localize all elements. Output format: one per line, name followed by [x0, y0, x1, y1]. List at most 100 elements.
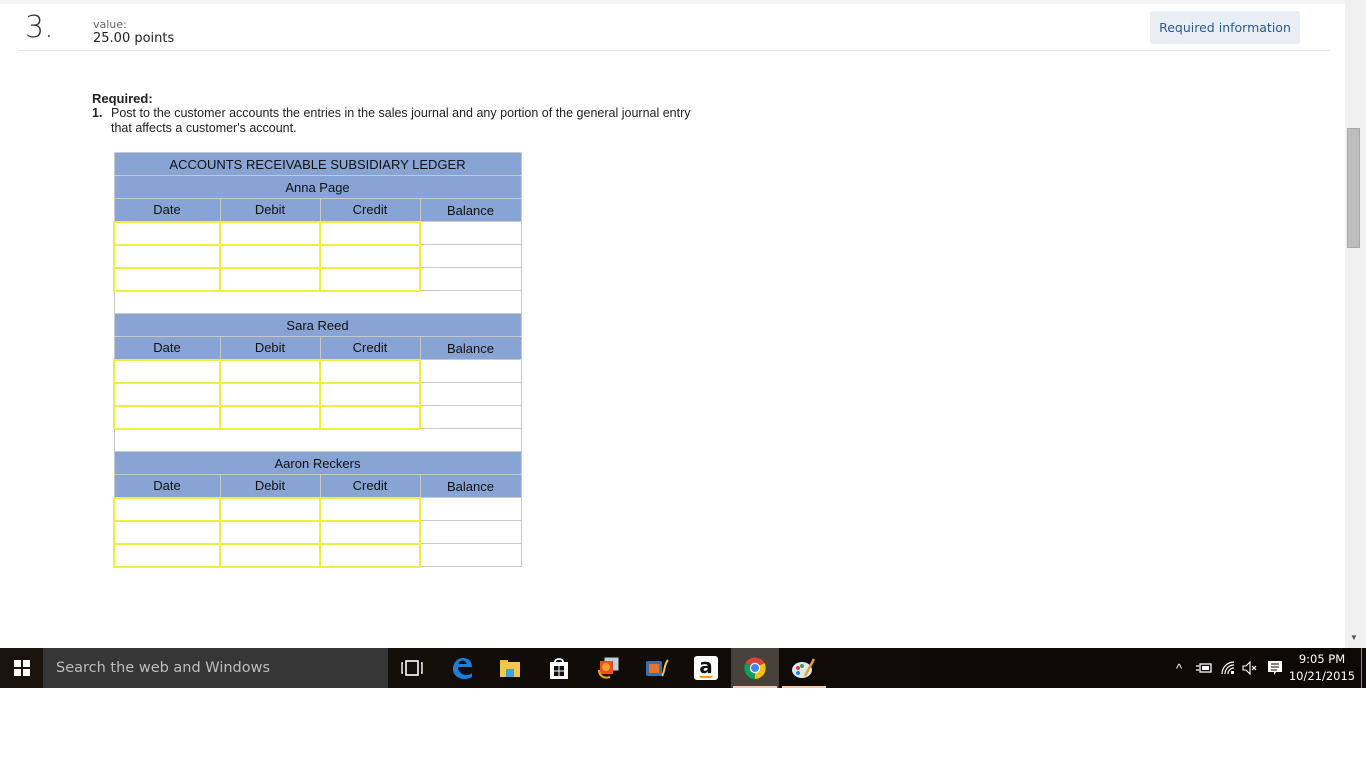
windows-logo-icon: [13, 660, 30, 676]
balance-cell: [419, 520, 522, 544]
date-input[interactable]: [115, 406, 219, 428]
scrollbar-track[interactable]: [1345, 0, 1366, 648]
amazon-button[interactable]: a: [682, 648, 730, 688]
account-name: Aaron Reckers: [113, 451, 522, 475]
edge-button[interactable]: [438, 648, 486, 688]
ledger-title: ACCOUNTS RECEIVABLE SUBSIDIARY LEDGER: [113, 152, 522, 176]
credit-input[interactable]: [321, 360, 419, 382]
start-button[interactable]: [0, 648, 43, 688]
taskbar-search-input[interactable]: Search the web and Windows: [43, 648, 388, 688]
balance-cell: [419, 543, 522, 567]
balance-cell: [419, 244, 522, 268]
account-name: Anna Page: [113, 175, 522, 199]
debit-input[interactable]: [221, 222, 319, 244]
credit-input[interactable]: [321, 245, 419, 267]
credit-input[interactable]: [321, 383, 419, 405]
column-header-debit: Debit: [219, 474, 321, 498]
required-information-button[interactable]: Required information: [1150, 11, 1300, 44]
volume-button[interactable]: [1240, 648, 1260, 688]
column-header-credit: Credit: [319, 198, 421, 222]
date-input[interactable]: [115, 544, 219, 566]
spacer-cell: [113, 290, 522, 314]
credit-input[interactable]: [321, 544, 419, 566]
action-center-button[interactable]: [1264, 648, 1286, 688]
debit-input[interactable]: [221, 498, 319, 520]
top-strip: [0, 0, 1345, 4]
task-view-button[interactable]: [388, 648, 436, 688]
column-header-credit: Credit: [319, 474, 421, 498]
date-input[interactable]: [115, 383, 219, 405]
account-name-row: Aaron Reckers: [113, 451, 522, 475]
battery-icon: [1196, 663, 1212, 673]
account-name-row: Anna Page: [113, 175, 522, 199]
file-explorer-button[interactable]: [486, 648, 534, 688]
debit-input[interactable]: [221, 383, 319, 405]
show-hidden-icons-button[interactable]: ^: [1170, 648, 1188, 688]
battery-button[interactable]: [1193, 648, 1215, 688]
column-header-balance: Balance: [419, 198, 522, 222]
ledger-entry-row: [113, 404, 522, 430]
chrome-icon: [744, 657, 766, 679]
credit-input[interactable]: [321, 268, 419, 290]
column-header-row: Date Debit Credit Balance: [113, 198, 522, 222]
column-header-balance: Balance: [419, 336, 522, 360]
date-input[interactable]: [115, 268, 219, 290]
debit-cell: [219, 542, 321, 568]
required-title: Required:: [92, 91, 153, 106]
column-header-date: Date: [113, 474, 221, 498]
column-header-row: Date Debit Credit Balance: [113, 474, 522, 498]
store-button[interactable]: [535, 648, 583, 688]
system-clock[interactable]: 9:05 PM 10/21/2015: [1286, 651, 1358, 685]
date-input[interactable]: [115, 222, 219, 244]
credit-cell: [319, 404, 421, 430]
date-cell: [113, 243, 221, 269]
show-desktop-button[interactable]: [1361, 648, 1362, 688]
spacer-cell: [113, 428, 522, 452]
ledger-spacer-row: [113, 428, 522, 452]
date-input[interactable]: [115, 360, 219, 382]
debit-input[interactable]: [221, 360, 319, 382]
movie-maker-button[interactable]: [633, 648, 681, 688]
movie-maker-icon: [646, 659, 669, 677]
balance-cell: [419, 267, 522, 291]
ledger-entry-row: [113, 266, 522, 292]
debit-input[interactable]: [221, 406, 319, 428]
debit-input[interactable]: [221, 268, 319, 290]
date-input[interactable]: [115, 498, 219, 520]
credit-input[interactable]: [321, 521, 419, 543]
credit-cell: [319, 266, 421, 292]
ledger-title-row: ACCOUNTS RECEIVABLE SUBSIDIARY LEDGER: [113, 152, 522, 176]
balance-cell: [419, 382, 522, 406]
column-header-balance: Balance: [419, 474, 522, 498]
credit-cell: [319, 496, 421, 522]
debit-input[interactable]: [221, 544, 319, 566]
credit-input[interactable]: [321, 222, 419, 244]
debit-cell: [219, 519, 321, 545]
wifi-icon: [1221, 661, 1235, 675]
date-input[interactable]: [115, 245, 219, 267]
balance-cell: [419, 359, 522, 383]
header-divider: [18, 50, 1330, 51]
debit-input[interactable]: [221, 245, 319, 267]
chrome-button[interactable]: [731, 648, 779, 688]
date-cell: [113, 266, 221, 292]
debit-cell: [219, 266, 321, 292]
credit-cell: [319, 358, 421, 384]
scrollbar-thumb[interactable]: [1347, 128, 1360, 248]
wifi-button[interactable]: [1218, 648, 1238, 688]
paint-icon: [792, 658, 816, 678]
taskbar: Search the web and Windows a ^ 9:05 PM 1…: [0, 648, 1366, 688]
amazon-icon: a: [694, 656, 718, 680]
debit-cell: [219, 404, 321, 430]
credit-input[interactable]: [321, 498, 419, 520]
volume-muted-icon: [1242, 661, 1257, 675]
points-value: 25.00 points: [93, 31, 175, 46]
browser-viewport: 3. value: 25.00 points Required informat…: [0, 0, 1366, 648]
credit-input[interactable]: [321, 406, 419, 428]
photo-gallery-button[interactable]: [584, 648, 632, 688]
paint-button[interactable]: [780, 648, 828, 688]
date-input[interactable]: [115, 521, 219, 543]
amazon-glyph: a: [699, 654, 713, 678]
scroll-down-arrow-icon[interactable]: ▼: [1348, 633, 1360, 643]
debit-input[interactable]: [221, 521, 319, 543]
